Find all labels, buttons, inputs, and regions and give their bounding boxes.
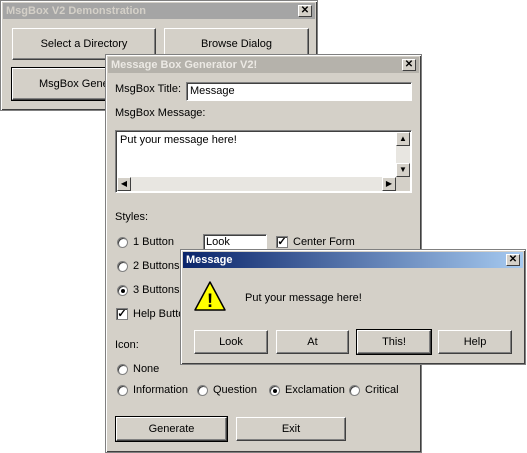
exit-label: Exit: [281, 423, 301, 435]
msgbox-title-label: MsgBox Title:: [115, 83, 182, 95]
scroll-up-icon[interactable]: ▲: [396, 132, 410, 146]
demo-close-button[interactable]: ✕: [298, 5, 312, 17]
at-button[interactable]: At: [276, 330, 349, 354]
message-box: Message ✕ ! Put your message here! Look …: [180, 249, 526, 365]
help-button[interactable]: Help: [438, 330, 512, 354]
icon-exclamation-radio[interactable]: [269, 385, 280, 396]
scroll-down-icon[interactable]: ▼: [396, 163, 410, 177]
icon-none-radio[interactable]: [117, 364, 128, 375]
scrollbar-corner: [396, 177, 410, 191]
select-directory-label: Select a Directory: [40, 38, 128, 50]
horizontal-scrollbar[interactable]: ◀ ▶: [117, 177, 396, 191]
icon-information-radio[interactable]: [117, 385, 128, 396]
icon-exclamation-label: Exclamation: [285, 384, 345, 396]
generator-title: Message Box Generator V2!: [111, 59, 258, 71]
msgbox-message-label: MsgBox Message:: [115, 107, 206, 119]
generator-close-button[interactable]: ✕: [402, 59, 416, 71]
icon-critical-label: Critical: [365, 384, 399, 396]
message-box-title: Message: [186, 254, 233, 266]
center-form-checkbox[interactable]: ✓: [276, 236, 288, 248]
styles-label: Styles:: [115, 211, 149, 223]
exclamation-glyph: !: [207, 291, 213, 312]
this-button[interactable]: This!: [356, 329, 432, 355]
help-button-checkbox[interactable]: ✓: [116, 308, 128, 320]
message-box-titlebar[interactable]: Message: [183, 252, 523, 268]
at-button-label: At: [307, 336, 318, 348]
help-button-msgbox-label: Help: [463, 336, 487, 348]
msgbox-title-input[interactable]: Message: [186, 82, 412, 101]
generate-button[interactable]: Generate: [115, 416, 228, 442]
style-2-label: 2 Buttons: [133, 260, 180, 272]
style-2-radio[interactable]: [117, 261, 128, 272]
look-button[interactable]: Look: [194, 330, 268, 354]
generate-label: Generate: [148, 423, 195, 435]
scroll-left-icon[interactable]: ◀: [117, 177, 131, 191]
icon-information-label: Information: [133, 384, 189, 396]
demo-window-title: MsgBox V2 Demonstration: [6, 5, 146, 17]
icon-none-label: None: [133, 363, 160, 375]
message-box-text: Put your message here!: [245, 292, 362, 304]
demo-window-titlebar[interactable]: MsgBox V2 Demonstration: [3, 3, 315, 19]
vertical-scrollbar[interactable]: ▲ ▼: [396, 132, 410, 177]
this-button-label: This!: [382, 336, 406, 348]
look-button-label: Look: [219, 336, 243, 348]
exit-button[interactable]: Exit: [236, 417, 346, 441]
style-1-label: 1 Button: [133, 236, 174, 248]
style-3-radio[interactable]: [117, 285, 128, 296]
center-form-label: Center Form: [293, 236, 355, 248]
message-box-close-button[interactable]: ✕: [506, 254, 520, 266]
close-icon: ✕: [300, 5, 310, 16]
icon-label: Icon:: [115, 339, 139, 351]
scroll-right-icon[interactable]: ▶: [382, 177, 396, 191]
icon-question-radio[interactable]: [197, 385, 208, 396]
icon-question-label: Question: [213, 384, 258, 396]
msgbox-message-textarea[interactable]: Put your message here! ▲ ▼ ◀ ▶: [115, 130, 412, 193]
exclamation-icon: !: [194, 281, 226, 312]
close-icon: ✕: [404, 59, 414, 70]
browse-dialog-label: Browse Dialog: [201, 38, 272, 50]
msgbox-message-text: Put your message here!: [120, 134, 237, 146]
close-icon: ✕: [508, 254, 518, 265]
generator-titlebar[interactable]: Message Box Generator V2!: [108, 57, 419, 73]
style-1-radio[interactable]: [117, 237, 128, 248]
style-3-label: 3 Buttons: [133, 284, 180, 296]
icon-critical-radio[interactable]: [349, 385, 360, 396]
